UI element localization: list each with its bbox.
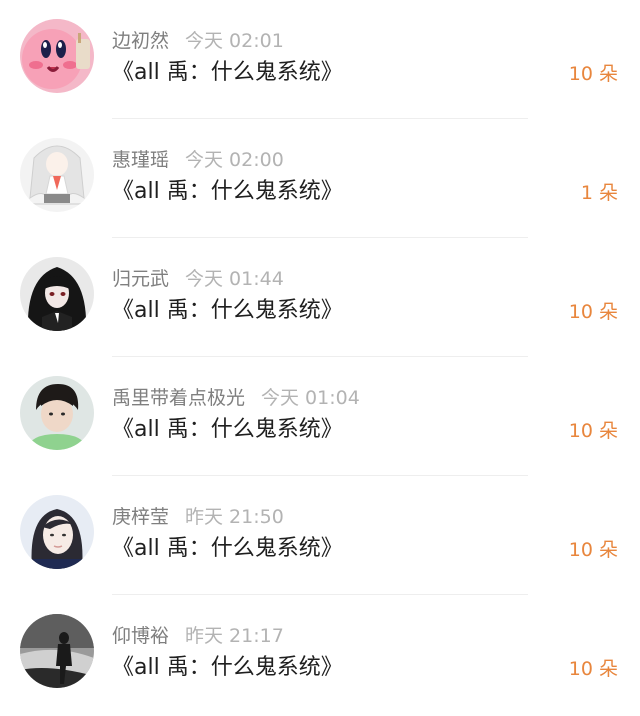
gift-row[interactable]: 边初然 今天 02:01 《all 禹：什么鬼系统》 10 朵 [0, 0, 640, 119]
timestamp: 昨天 21:50 [185, 506, 284, 528]
username[interactable]: 禹里带着点极光 [112, 387, 245, 409]
boy-photo-avatar-icon[interactable] [20, 376, 94, 450]
silhouette-avatar-icon[interactable] [20, 614, 94, 688]
gift-meta: 庚梓莹 昨天 21:50 [112, 504, 284, 530]
gift-meta: 惠瑾瑶 今天 02:00 [112, 147, 284, 173]
flower-count: 1 朵 [580, 182, 618, 204]
work-title[interactable]: 《all 禹：什么鬼系统》 [112, 58, 343, 88]
gift-row[interactable]: 归元武 今天 01:44 《all 禹：什么鬼系统》 10 朵 [0, 238, 640, 357]
gift-meta: 禹里带着点极光 今天 01:04 [112, 385, 360, 411]
username[interactable]: 惠瑾瑶 [112, 149, 169, 171]
gift-row[interactable]: 禹里带着点极光 今天 01:04 《all 禹：什么鬼系统》 10 朵 [0, 357, 640, 476]
gift-row[interactable]: 庚梓莹 昨天 21:50 《all 禹：什么鬼系统》 10 朵 [0, 476, 640, 595]
flower-count: 10 朵 [568, 658, 618, 680]
username[interactable]: 归元武 [112, 268, 169, 290]
timestamp: 今天 01:04 [261, 387, 360, 409]
work-title[interactable]: 《all 禹：什么鬼系统》 [112, 415, 343, 445]
work-title[interactable]: 《all 禹：什么鬼系统》 [112, 177, 343, 207]
username[interactable]: 仰博裕 [112, 625, 169, 647]
gift-row[interactable]: 惠瑾瑶 今天 02:00 《all 禹：什么鬼系统》 1 朵 [0, 119, 640, 238]
gift-feed: 边初然 今天 02:01 《all 禹：什么鬼系统》 10 朵 惠瑾瑶 今天 02:… [0, 0, 640, 716]
work-title[interactable]: 《all 禹：什么鬼系统》 [112, 296, 343, 326]
gift-row[interactable]: 仰博裕 昨天 21:17 《all 禹：什么鬼系统》 10 朵 [0, 595, 640, 714]
username[interactable]: 庚梓莹 [112, 506, 169, 528]
gift-meta: 归元武 今天 01:44 [112, 266, 284, 292]
timestamp: 昨天 21:17 [185, 625, 284, 647]
timestamp: 今天 02:01 [185, 30, 284, 52]
flower-count: 10 朵 [568, 539, 618, 561]
kirby-avatar-icon[interactable] [20, 19, 94, 93]
girl-photo-avatar-icon[interactable] [20, 495, 94, 569]
flower-count: 10 朵 [568, 63, 618, 85]
flower-count: 10 朵 [568, 301, 618, 323]
work-title[interactable]: 《all 禹：什么鬼系统》 [112, 653, 343, 683]
timestamp: 今天 01:44 [185, 268, 284, 290]
dark-anime-avatar-icon[interactable] [20, 257, 94, 331]
work-title[interactable]: 《all 禹：什么鬼系统》 [112, 534, 343, 564]
flower-count: 10 朵 [568, 420, 618, 442]
timestamp: 今天 02:00 [185, 149, 284, 171]
username[interactable]: 边初然 [112, 30, 169, 52]
gift-meta: 边初然 今天 02:01 [112, 28, 284, 54]
anime-girl-avatar-icon[interactable] [20, 138, 94, 212]
gift-meta: 仰博裕 昨天 21:17 [112, 623, 284, 649]
